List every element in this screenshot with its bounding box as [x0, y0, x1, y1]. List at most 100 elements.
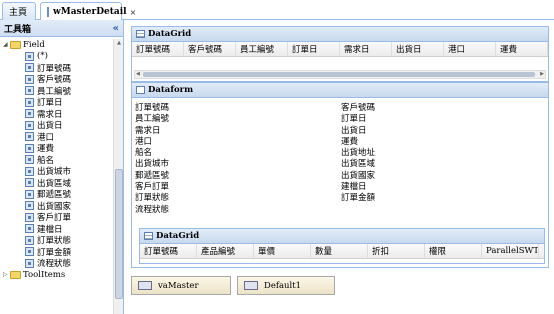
expand-triangle-icon[interactable]: ▷ — [3, 271, 10, 278]
field-icon — [25, 132, 34, 142]
field-icon — [25, 97, 34, 107]
field-icon — [25, 235, 34, 245]
master-datagrid[interactable]: DataGrid 訂單號碼 客戶號碼 員工編號 訂單日 需求日 出貨日 港口 運費 ◀ ▶ — [131, 26, 549, 82]
field-icon — [25, 212, 34, 222]
tree-field-label: 出貨城市 — [37, 167, 72, 178]
tree-folder-toolitems[interactable]: ▷ ToolItems — [0, 269, 112, 281]
tree-field-label: 客戶訂單 — [37, 213, 72, 224]
tree-folder-label: Field — [23, 39, 45, 50]
grid-column-header[interactable]: 訂單日 — [288, 42, 340, 56]
grid-column-header[interactable]: 港口 — [444, 42, 496, 56]
dataform-field-label: 出貨日 — [341, 125, 367, 136]
scrollbar-thumb[interactable] — [115, 169, 123, 299]
dataform-field-label: 客戶號碼 — [341, 103, 376, 113]
dataform-field-label: 出貨國家 — [341, 170, 376, 181]
tree-field-label: 郵遞區號 — [37, 190, 72, 201]
tree-field-item[interactable]: 建檔日 — [0, 223, 112, 235]
master-datagrid-title-bar: DataGrid — [132, 27, 548, 42]
master-datagrid-title: DataGrid — [148, 29, 192, 39]
field-icon — [25, 63, 34, 73]
tree-field-item[interactable]: 船名 — [0, 154, 112, 166]
form-icon — [47, 7, 49, 17]
tab-home[interactable]: 主頁 — [2, 2, 36, 20]
grid-column-header[interactable]: 產品編號 — [197, 244, 254, 258]
tree-field-label: 運費 — [37, 144, 55, 155]
folder-icon — [10, 270, 21, 279]
default1-label: Default1 — [264, 280, 302, 291]
tree-field-item[interactable]: 出貨日 — [0, 120, 112, 131]
tree-field-label: 訂單日 — [37, 98, 63, 109]
tree-field-label: 訂單狀態 — [37, 236, 72, 247]
folder-icon — [10, 40, 21, 49]
toolbox-title: 工具箱 — [4, 24, 32, 35]
tree-field-item[interactable]: 流程狀態 — [0, 258, 112, 269]
tree-field-item[interactable]: 訂單號碼 — [0, 62, 112, 74]
grid-column-header[interactable]: 數量 — [311, 244, 368, 258]
dataform-title: Dataform — [148, 85, 194, 95]
scroll-up-arrow-icon[interactable]: ▲ — [115, 40, 123, 48]
tree-field-item[interactable]: 客戶訂單 — [0, 212, 112, 224]
tree-field-label: 船名 — [37, 155, 55, 166]
tree-field-item[interactable]: 港口 — [0, 131, 112, 143]
tree-field-label: 員工編號 — [37, 86, 72, 97]
scroll-left-arrow-icon[interactable]: ◀ — [136, 71, 140, 77]
master-grid-hscrollbar[interactable]: ◀ ▶ — [134, 70, 546, 79]
tree-field-item[interactable]: 運費 — [0, 143, 112, 155]
dataform-field-label: 客戶訂單 — [135, 182, 170, 193]
tree-field-item[interactable]: 出貨城市 — [0, 166, 112, 178]
dataform-field-label: 建檔日 — [341, 182, 367, 193]
tree-field-item[interactable]: 訂單日 — [0, 97, 112, 109]
field-icon — [25, 258, 34, 268]
tree-field-label: 客戶號碼 — [37, 75, 72, 86]
dataform-field-label: 運費 — [341, 136, 359, 147]
grid-column-header[interactable]: 員工編號 — [236, 42, 288, 56]
grid-column-header[interactable]: 客戶號碼 — [184, 42, 236, 56]
field-icon — [25, 166, 34, 176]
tree-field-label: 訂單金額 — [37, 247, 72, 258]
scrollbar-thumb[interactable] — [143, 72, 535, 77]
dataform[interactable]: Dataform 訂單號碼 員工編號 需求日 港口 船名 出貨城市 郵遞區號 客戶訂單 訂單狀態… — [131, 82, 549, 268]
grid-column-header[interactable]: 訂單號碼 — [140, 244, 197, 258]
dataform-field-label: 員工編號 — [135, 114, 170, 125]
tab-home-label: 主頁 — [9, 8, 28, 18]
tree-field-label: 出貨區域 — [37, 178, 72, 189]
field-icon — [25, 120, 34, 130]
tree-field-item[interactable]: 員工編號 — [0, 85, 112, 97]
tree-field-item[interactable]: 郵遞區號 — [0, 189, 112, 201]
tab-wmasterdetail[interactable]: wMasterDetail × — [40, 2, 136, 21]
grid-column-header[interactable]: 單價 — [254, 244, 311, 258]
grid-column-header[interactable]: 權限 — [425, 244, 482, 258]
toolbox-scrollbar[interactable]: ▲ — [113, 39, 123, 314]
grid-column-header[interactable]: ParallelSWT — [482, 244, 539, 258]
grid-column-header[interactable]: 出貨日 — [392, 42, 444, 56]
close-icon[interactable]: × — [130, 8, 137, 17]
default1-component[interactable]: Default1 — [237, 276, 335, 295]
tree-field-item[interactable]: 出貨國家 — [0, 200, 112, 212]
tree-field-label: 出貨國家 — [37, 201, 72, 212]
tree-field-item[interactable]: (*) — [0, 51, 112, 63]
detail-datagrid[interactable]: DataGrid 訂單號碼 產品編號 單價 數量 折扣 權限 ParallelSWT — [139, 228, 545, 264]
vamaster-component[interactable]: vaMaster — [131, 276, 231, 295]
grid-column-header[interactable]: 折扣 — [368, 244, 425, 258]
dataform-right-column: 客戶號碼 訂單日 出貨日 運費 出貨地址 出貨區域 出貨國家 建檔日 訂單金額 — [341, 101, 375, 203]
dataform-field-label: 訂單金額 — [341, 193, 376, 204]
tree-folder-field[interactable]: ◢ Field — [0, 39, 112, 51]
grid-column-header[interactable]: 訂單號碼 — [132, 42, 184, 56]
field-icon — [25, 109, 34, 119]
field-icon — [25, 201, 34, 211]
grid-icon — [144, 232, 153, 240]
tree-field-item[interactable]: 需求日 — [0, 108, 112, 120]
expand-triangle-icon[interactable]: ◢ — [3, 41, 10, 48]
collapse-icon[interactable]: « — [113, 23, 119, 34]
tree-field-item[interactable]: 訂單狀態 — [0, 235, 112, 247]
tree-folder-label: ToolItems — [23, 269, 66, 280]
grid-column-header[interactable]: 需求日 — [340, 42, 392, 56]
component-icon — [244, 281, 258, 290]
tree-field-item[interactable]: 客戶號碼 — [0, 74, 112, 86]
dataform-field-label: 港口 — [135, 136, 153, 147]
tree-field-item[interactable]: 出貨區域 — [0, 177, 112, 189]
scroll-right-arrow-icon[interactable]: ▶ — [540, 71, 544, 77]
dataform-left-column: 訂單號碼 員工編號 需求日 港口 船名 出貨城市 郵遞區號 客戶訂單 訂單狀態 流程狀態 — [135, 101, 170, 215]
grid-column-header[interactable]: 運費 — [496, 42, 548, 56]
tree-field-item[interactable]: 訂單金額 — [0, 246, 112, 258]
